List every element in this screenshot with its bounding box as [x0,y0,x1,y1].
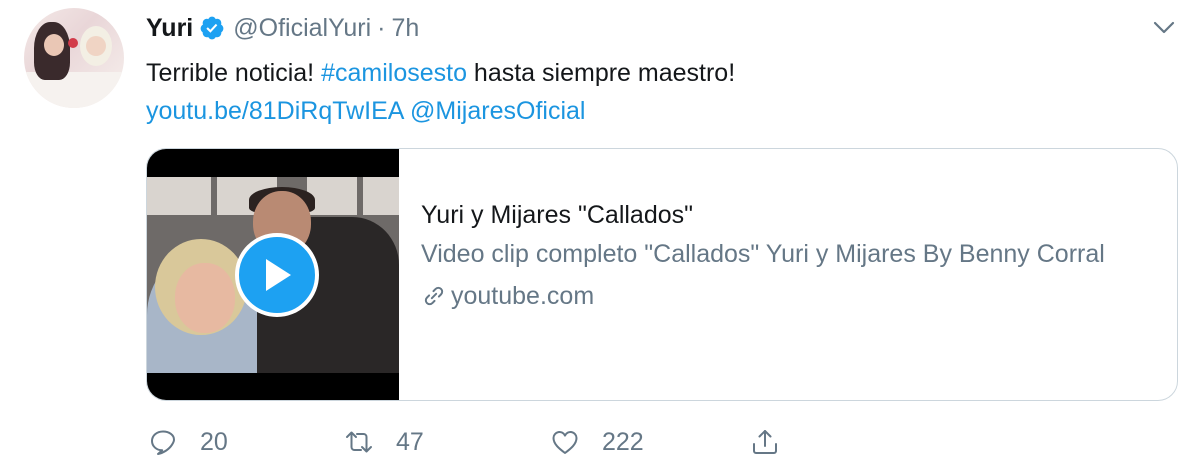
play-button[interactable] [235,233,319,317]
retweet-icon [346,431,372,453]
tweet-text-line-2: youtu.be/81DiRqTwIEA @MijaresOficial [146,92,735,130]
video-thumbnail[interactable] [147,149,399,400]
reply-button[interactable]: 20 [148,420,228,464]
tweet-text-part2: hasta siempre maestro! [466,59,736,87]
tweet-text-line-1: Terrible noticia! #camilosesto hasta sie… [146,54,735,92]
handle[interactable]: @OficialYuri [233,14,371,43]
play-icon [266,259,291,291]
like-count: 222 [602,427,644,456]
link-card[interactable]: Yuri y Mijares "Callados" Video clip com… [146,148,1178,401]
tweet-header: Yuri @OficialYuri · 7h [146,10,419,46]
tweet[interactable]: Yuri @OficialYuri · 7h Terrible noticia!… [0,0,1200,474]
like-button[interactable]: 222 [550,420,644,464]
reply-count: 20 [200,427,228,456]
share-button[interactable] [750,420,780,464]
card-domain: youtube.com [421,277,1161,315]
card-domain-text: youtube.com [451,282,595,310]
tweet-actions: 20 47 222 [146,420,846,464]
card-body[interactable]: Yuri y Mijares "Callados" Video clip com… [421,199,1161,315]
tweet-text-part1: Terrible noticia! [146,59,322,87]
chevron-down-icon[interactable] [1150,18,1178,38]
card-title: Yuri y Mijares "Callados" [421,201,694,229]
tweet-text: Terrible noticia! #camilosesto hasta sie… [146,54,735,130]
link-icon [424,286,444,306]
hashtag-link[interactable]: #camilosesto [321,59,467,87]
heart-icon [552,431,578,454]
retweet-button[interactable]: 47 [344,420,424,464]
retweet-count: 47 [396,427,424,456]
mention-link[interactable]: @MijaresOficial [410,97,585,125]
share-icon [753,430,777,454]
url-link[interactable]: youtu.be/81DiRqTwIEA [146,97,403,125]
timestamp[interactable]: 7h [392,14,420,43]
avatar[interactable] [24,8,124,108]
verified-badge-icon [200,16,224,40]
card-description: Video clip completo "Callados" Yuri y Mi… [421,240,1105,268]
display-name[interactable]: Yuri [146,14,193,43]
separator: · [377,13,386,42]
reply-icon [151,430,175,455]
